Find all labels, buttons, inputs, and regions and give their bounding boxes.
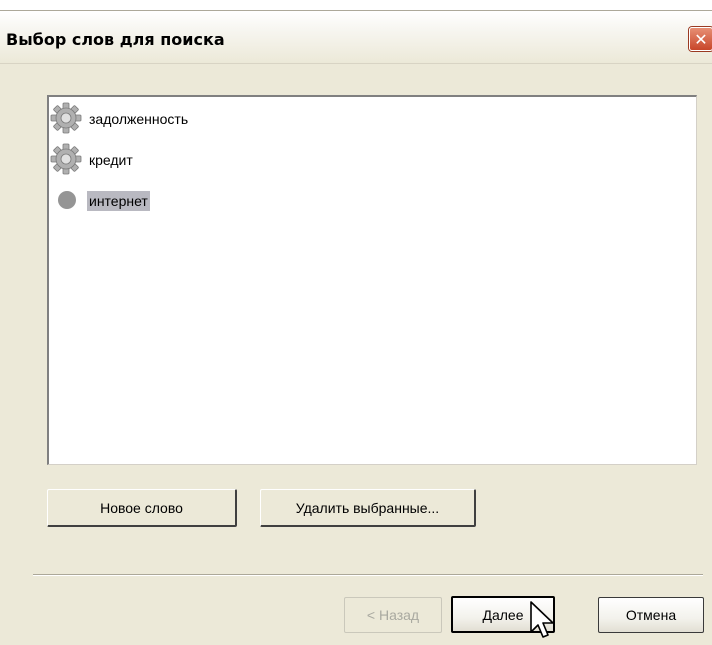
close-icon: ✕ xyxy=(694,30,708,49)
new-word-button[interactable]: Новое слово xyxy=(47,489,237,527)
mouse-pointer-icon xyxy=(530,601,554,638)
list-item-label: кредит xyxy=(89,152,133,168)
gear-icon xyxy=(50,102,82,134)
list-item-label: интернет xyxy=(87,191,150,211)
list-item-label: задолженность xyxy=(89,111,189,127)
back-button[interactable]: < Назад xyxy=(344,597,442,633)
footer-separator xyxy=(33,574,703,576)
cancel-button[interactable]: Отмена xyxy=(598,597,704,633)
search-words-dialog: Выбор слов для поиска ✕ задолженность кр… xyxy=(0,10,712,645)
title-bar[interactable]: Выбор слов для поиска ✕ xyxy=(0,11,712,64)
dialog-title: Выбор слов для поиска xyxy=(6,30,225,49)
close-button[interactable]: ✕ xyxy=(689,27,712,51)
gear-icon xyxy=(50,143,82,175)
gray-circle-icon xyxy=(58,191,76,209)
word-listbox[interactable]: задолженность кредит интернет xyxy=(47,95,697,465)
delete-selected-button[interactable]: Удалить выбранные... xyxy=(260,489,476,527)
